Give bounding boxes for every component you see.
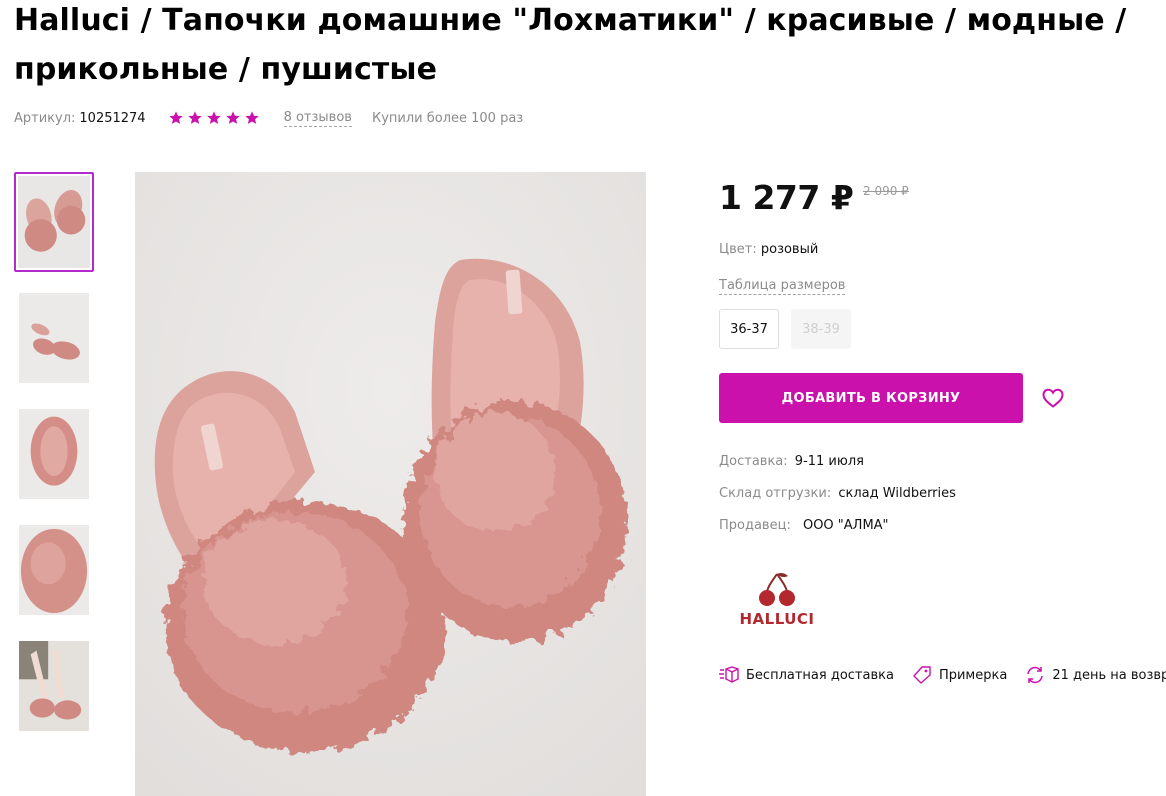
add-to-cart-button[interactable]: ДОБАВИТЬ В КОРЗИНУ xyxy=(719,373,1023,423)
feature-fitting: Примерка xyxy=(912,666,1007,684)
delivery-row: Доставка: 9-11 июля xyxy=(719,454,864,469)
seller-row: Продавец: ООО "АЛМА" xyxy=(719,518,889,533)
feature-label: Бесплатная доставка xyxy=(746,667,894,683)
feature-label: Примерка xyxy=(938,667,1008,683)
warehouse-label: Склад отгрузки: xyxy=(719,486,832,501)
product-title: Halluci / Тапочки домашние "Лохматики" /… xyxy=(14,3,1127,87)
feature-return: 21 день на возврат xyxy=(1025,666,1166,684)
rating-stars[interactable] xyxy=(168,110,260,126)
thumbnail-1[interactable] xyxy=(14,172,94,272)
return-icon xyxy=(1027,666,1044,684)
slipper-thumbnail-image xyxy=(19,525,89,615)
thumbnail-3[interactable] xyxy=(14,404,94,504)
size-option-38-39[interactable]: 38-39 xyxy=(791,309,851,349)
feature-free-delivery: Бесплатная доставка xyxy=(719,666,894,684)
heart-icon[interactable] xyxy=(1041,386,1065,410)
seller-value[interactable]: ООО "АЛМА" xyxy=(803,518,889,533)
tag-icon xyxy=(913,666,931,684)
color-row: Цвет: розовый xyxy=(719,242,818,257)
old-price: 2 090 ₽ xyxy=(863,184,909,198)
reviews-link[interactable]: 8 отзывов xyxy=(283,110,352,127)
star-icon xyxy=(206,111,221,124)
current-price: 1 277 ₽ xyxy=(719,178,854,217)
cherry-icon xyxy=(759,572,795,606)
delivery-label: Доставка: xyxy=(719,454,788,469)
warehouse-row: Склад отгрузки: склад Wildberries xyxy=(719,486,956,501)
bought-count: Купили более 100 раз xyxy=(371,110,524,126)
star-icon xyxy=(168,111,183,124)
size-table-link[interactable]: Таблица размеров xyxy=(719,278,846,295)
star-icon xyxy=(244,111,259,124)
star-icon xyxy=(187,111,202,124)
thumbnail-5[interactable] xyxy=(14,636,94,736)
brand-name: HALLUCI xyxy=(739,610,815,628)
article-label: Артикул: xyxy=(14,110,76,126)
seller-label: Продавец: xyxy=(719,518,791,533)
color-label: Цвет: xyxy=(719,242,757,257)
thumbnail-2[interactable] xyxy=(14,288,94,388)
star-icon xyxy=(225,111,240,124)
feature-label: 21 день на возврат xyxy=(1052,667,1166,683)
size-selector: 36-37 38-39 xyxy=(719,309,851,349)
article-value: 10251274 xyxy=(79,110,146,126)
slipper-thumbnail-image xyxy=(19,409,89,499)
color-value: розовый xyxy=(760,242,819,257)
slipper-thumbnail-image xyxy=(19,641,89,731)
slipper-thumbnail-image xyxy=(18,176,90,268)
brand-logo[interactable]: HALLUCI xyxy=(737,570,817,632)
slippers-main-image xyxy=(135,172,646,796)
thumbnail-4[interactable] xyxy=(14,520,94,620)
warehouse-value: склад Wildberries xyxy=(838,486,956,501)
main-product-photo[interactable] xyxy=(135,172,646,796)
delivery-value: 9-11 июля xyxy=(794,454,864,469)
service-features: Бесплатная доставка Примерка 21 день на … xyxy=(719,666,1166,684)
slipper-thumbnail-image xyxy=(19,293,89,383)
truck-icon xyxy=(719,666,739,683)
product-meta: Артикул: 10251274 8 отзывов Купили более… xyxy=(14,108,523,128)
size-option-36-37[interactable]: 36-37 xyxy=(719,309,779,349)
